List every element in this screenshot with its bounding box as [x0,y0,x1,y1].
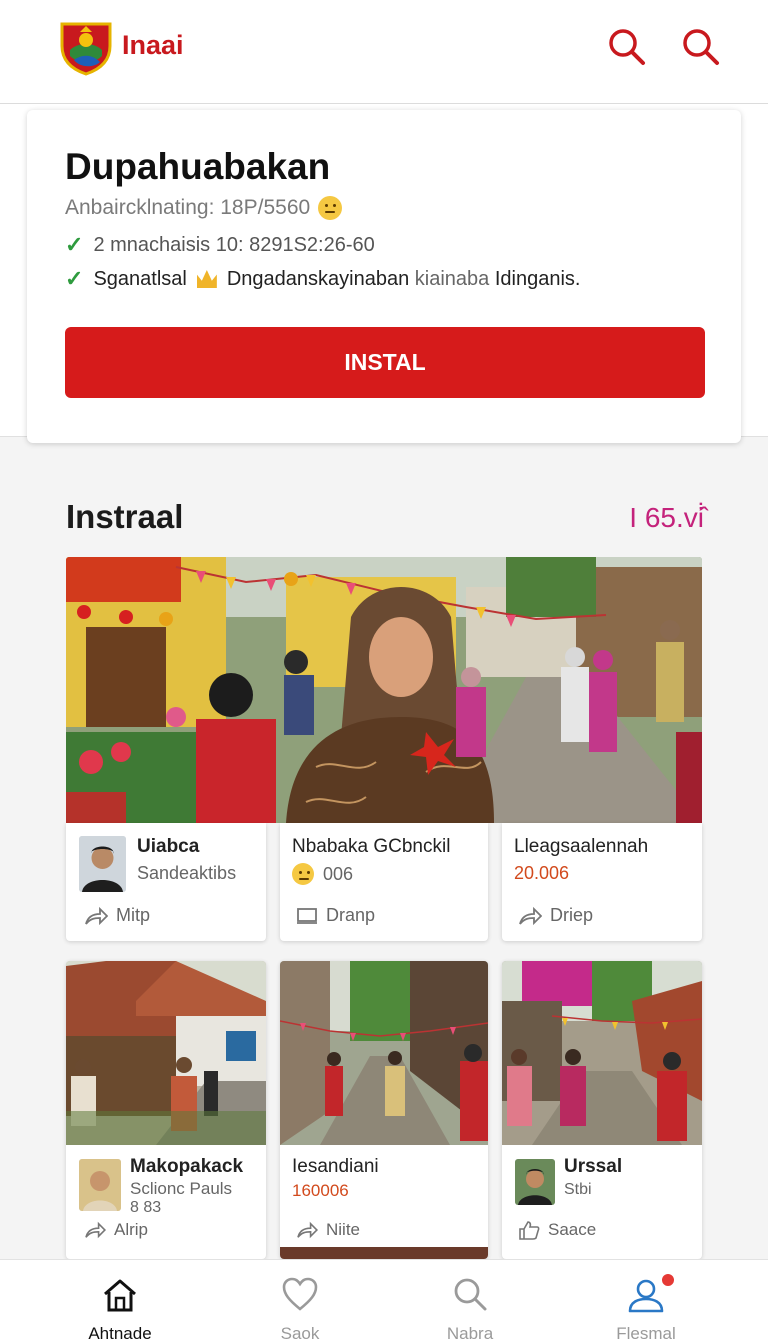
nav-profile-label: Flesmal [616,1324,676,1343]
feature-row-2-muted: kiainaba [414,267,490,290]
share-icon [85,1221,106,1239]
tile-photo-strip [280,1247,488,1259]
tile-number: 160006 [292,1181,349,1200]
share-action-label: Niite [326,1220,361,1239]
brand-name: Inaai [122,30,184,60]
search-icon[interactable] [680,26,720,66]
like-action[interactable]: Saace [518,1220,596,1240]
tile-name: Iesandiani [292,1156,379,1177]
nav-favorites[interactable]: Saok [230,1260,370,1344]
search-icon [454,1278,487,1311]
feature-row-1: ✓ 2 mnachaisis 10: 8291S2:26-60 [65,232,375,258]
app-card: Dupahuabakan Anbaircklnating: 18P/5560 ✓… [27,110,741,443]
feature-row-1-text: 2 mnachaisis 10: 8291S2:26-60 [93,233,375,256]
list-item[interactable]: Iesandiani 160006 Niite [280,961,488,1259]
tile-photo [502,961,702,1145]
feature-row-2-text: Dngadanskayinaban kiainaba Idinganis. [227,268,581,291]
share-action[interactable]: Niite [296,1220,360,1240]
share-action-label: Mitp [116,905,151,925]
tile-subtitle: Stbi [564,1181,592,1198]
app-header: Inaai [0,0,768,104]
tile-subtitle-2: 8 83 [130,1199,162,1216]
tile-name: Nbabaka GCbnckil [292,836,451,857]
avatar [515,1159,555,1205]
search-icon[interactable] [606,26,646,66]
section-count[interactable]: I 65.vi̇̂ [629,502,704,534]
install-button[interactable]: INSTAL [65,327,705,398]
tile-subtitle: 006 [323,863,354,884]
share-icon [85,906,108,925]
smile-emoji-icon [292,863,314,885]
list-item[interactable]: Lleagsaalennah 20.006 Driep [502,823,702,941]
hero-photo[interactable] [66,557,702,823]
check-icon: ✓ [65,266,84,291]
screen-action-label: Dranp [326,905,376,925]
feature-row-2: ✓ Sganatlsal Dngadanskayinaban kiainaba … [65,266,580,292]
app-title: Dupahuabakan [65,146,331,187]
list-item[interactable]: Nbabaka GCbnckil 006 Dranp [280,823,488,941]
tile-number: 20.006 [514,863,570,883]
tile-photo [280,961,488,1145]
tile-subtitle: Sandeaktibs [137,863,237,883]
screen-action[interactable]: Dranp [296,905,375,926]
thumbs-up-icon [519,1221,540,1240]
tile-photo [66,961,266,1145]
bottom-navigation: Ahtnade Saok Nabra Flesmal [0,1259,768,1344]
crown-icon [196,270,217,288]
tile-subtitle-row: 006 [292,863,353,885]
share-icon [297,1221,318,1239]
tile-name: Lleagsaalennah [514,836,649,857]
share-action[interactable]: Mitp [84,905,150,926]
list-item[interactable]: Uiabca Sandeaktibs Mitp [66,823,266,941]
app-subtitle: Anbaircklnating: 18P/5560 [65,196,343,220]
nav-profile[interactable]: Flesmal [576,1260,716,1344]
share-action-label: Alrip [114,1220,149,1239]
nav-search[interactable]: Nabra [400,1260,540,1344]
heart-icon [282,1277,318,1311]
nav-home[interactable]: Ahtnade [50,1260,190,1344]
shield-logo-icon [60,22,112,76]
tile-name: Uiabca [137,836,200,857]
nav-favorites-label: Saok [280,1324,320,1343]
list-item[interactable]: Urssal Stbi Saace [502,961,702,1259]
tile-name: Urssal [564,1156,623,1177]
share-action[interactable]: Driep [518,905,593,926]
screen-icon [297,907,317,924]
nav-home-label: Ahtnade [88,1324,152,1343]
avatar [79,836,126,892]
smile-emoji-icon [318,196,343,220]
like-action-label: Saace [548,1220,597,1239]
feature-row-2-end: Idinganis. [494,267,581,290]
section-title: Instraal [66,498,184,535]
feature-row-2-label: Sganatlsal [93,267,187,290]
feature-row-2-mid: Dngadanskayinaban [226,267,410,290]
share-icon [519,906,542,925]
tile-name: Makopakack [130,1156,244,1177]
tile-subtitle: Sclionc Pauls [130,1179,233,1198]
share-action-label: Driep [550,905,594,925]
nav-search-label: Nabra [446,1324,494,1343]
share-action[interactable]: Alrip [84,1220,148,1240]
app-subtitle-text: Anbaircklnating: 18P/5560 [65,196,311,219]
list-item[interactable]: Makopakack Sclionc Pauls 8 83 Alrip [66,961,266,1259]
notification-badge [660,1272,676,1288]
avatar [79,1159,121,1211]
check-icon: ✓ [65,232,84,257]
home-icon [104,1279,136,1312]
